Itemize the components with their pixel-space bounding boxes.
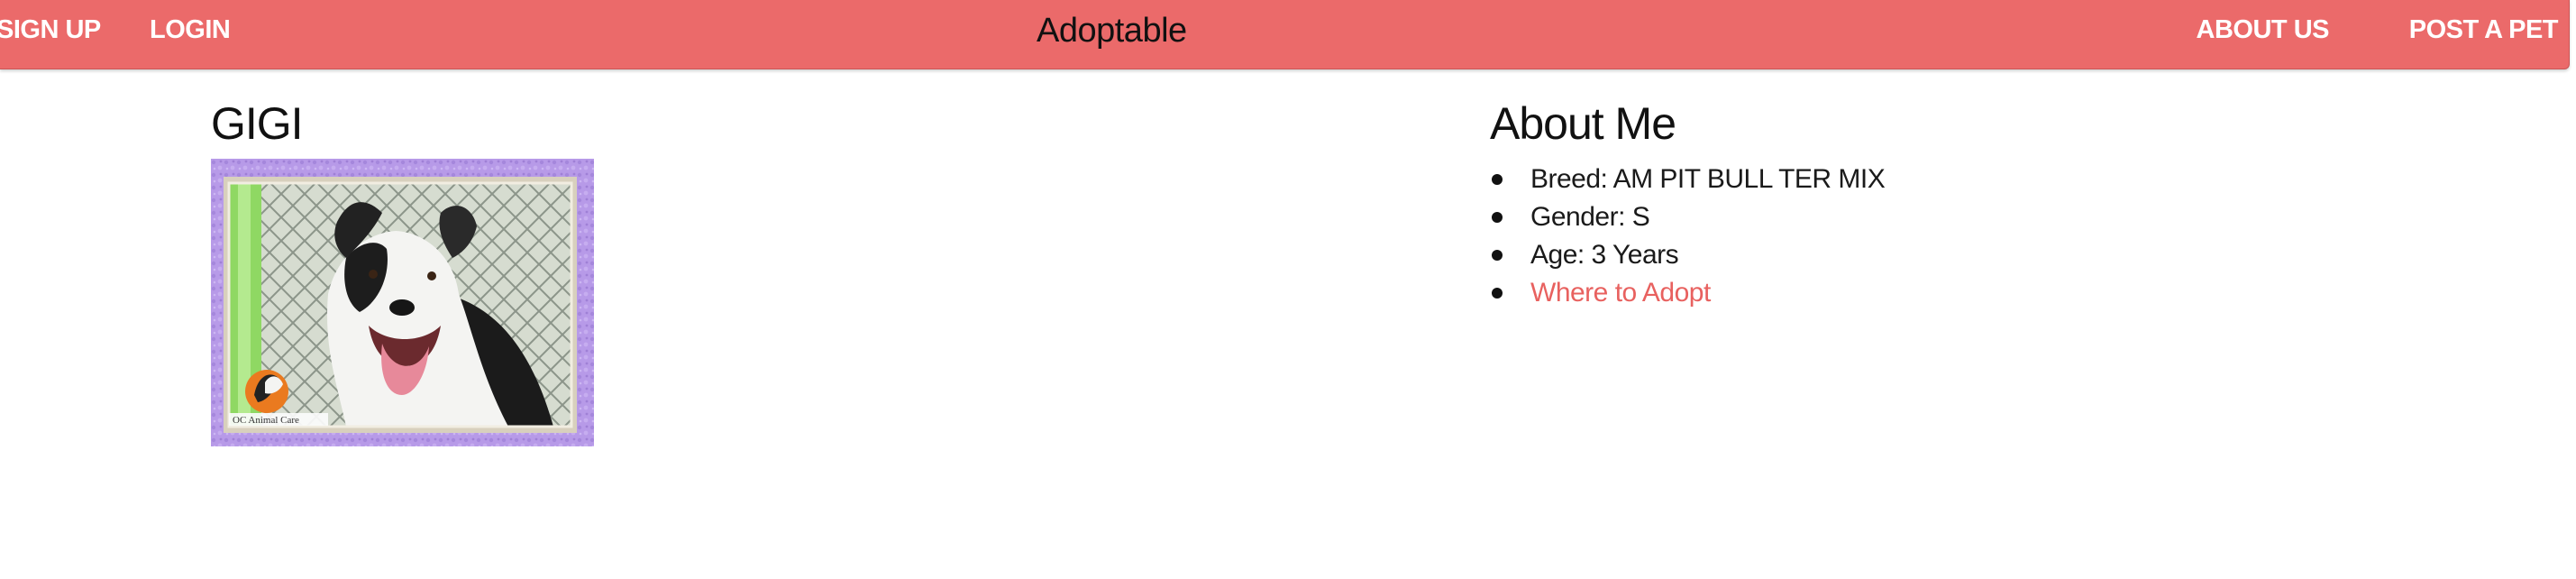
photo-logo-text: OC Animal Care (233, 415, 299, 426)
gender-text: Gender: S (1530, 202, 1650, 232)
brand-title[interactable]: Adoptable (1037, 9, 1187, 52)
pet-name-heading: GIGI (211, 98, 304, 149)
top-navbar: SIGN UP LOGIN Adoptable ABOUT US POST A … (0, 0, 2570, 69)
signup-link[interactable]: SIGN UP (0, 13, 101, 47)
age-text: Age: 3 Years (1530, 240, 1679, 270)
age-item: Age: 3 Years (1490, 236, 1885, 274)
where-to-adopt-link[interactable]: Where to Adopt (1530, 278, 1711, 308)
about-me-heading: About Me (1490, 98, 1676, 149)
bullet (1492, 174, 1503, 185)
pet-details-list: Breed: AM PIT BULL TER MIX Gender: S Age… (1490, 161, 1886, 312)
bullet (1492, 212, 1503, 223)
post-a-pet-link[interactable]: POST A PET (2409, 13, 2559, 47)
adopt-item: Where to Adopt (1490, 274, 1885, 312)
bullet (1492, 288, 1503, 299)
gender-item: Gender: S (1490, 198, 1885, 236)
about-us-link[interactable]: ABOUT US (2197, 13, 2330, 47)
breed-item: Breed: AM PIT BULL TER MIX (1490, 161, 1886, 198)
pet-photo: OC Animal Care (211, 159, 594, 446)
breed-text: Breed: AM PIT BULL TER MIX (1530, 164, 1886, 194)
login-link[interactable]: LOGIN (150, 13, 231, 47)
bullet (1492, 250, 1503, 261)
